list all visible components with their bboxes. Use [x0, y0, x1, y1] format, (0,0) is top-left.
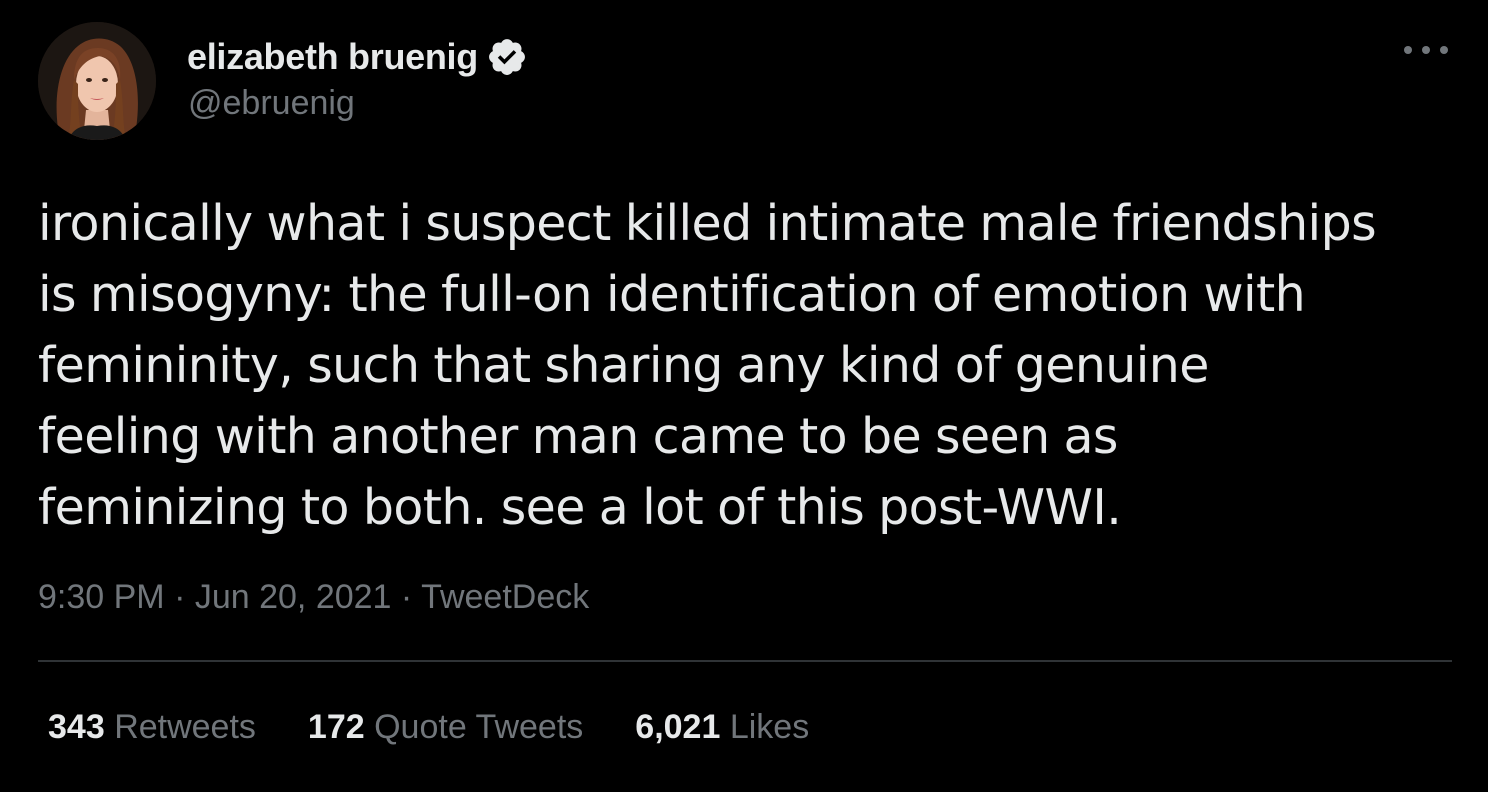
retweets-label: Retweets	[114, 708, 256, 746]
likes-count: 6,021	[635, 708, 721, 746]
meta-separator: ·	[164, 578, 195, 616]
quote-tweets-label: Quote Tweets	[374, 708, 584, 746]
tweet-text-line: feminizing to both. see a lot of this po…	[38, 479, 1122, 536]
verified-badge-icon	[489, 39, 525, 75]
retweets-stat[interactable]: 343 Retweets	[48, 708, 256, 747]
more-options-button[interactable]	[1404, 36, 1448, 64]
retweets-count: 343	[48, 708, 105, 746]
likes-label: Likes	[729, 708, 810, 746]
engagement-stats: 343 Retweets 172 Quote Tweets 6,021 Like…	[48, 708, 861, 747]
quote-tweets-count: 172	[307, 708, 365, 746]
more-horizontal-icon-dot	[1422, 46, 1430, 54]
more-horizontal-icon-dot	[1440, 46, 1448, 54]
author-display-name[interactable]: elizabeth bruenig	[187, 36, 478, 78]
tweet-card: elizabeth bruenig @ebruenig ironically w…	[0, 0, 1488, 792]
author-handle[interactable]: @ebruenig	[188, 84, 355, 123]
tweet-text-line: feeling with another man came to be seen…	[38, 408, 1118, 465]
tweet-text-line: is misogyny: the full-on identification …	[38, 266, 1306, 323]
likes-stat[interactable]: 6,021 Likes	[635, 708, 809, 747]
meta-separator: ·	[391, 578, 422, 616]
avatar[interactable]	[38, 22, 156, 140]
more-horizontal-icon	[1404, 46, 1412, 54]
author-row: elizabeth bruenig	[187, 32, 528, 82]
tweet-text-line: ironically what i suspect killed intimat…	[38, 195, 1377, 252]
tweet-date[interactable]: Jun 20, 2021	[195, 578, 392, 616]
quote-tweets-stat[interactable]: 172 Quote Tweets	[308, 708, 583, 747]
avatar-image	[38, 22, 156, 140]
divider	[38, 660, 1452, 662]
tweet-meta: 9:30 PM · Jun 20, 2021 · TweetDeck	[38, 578, 589, 617]
tweet-source[interactable]: TweetDeck	[421, 578, 589, 616]
tweet-text: ironically what i suspect killed intimat…	[38, 188, 1458, 543]
tweet-text-line: femininity, such that sharing any kind o…	[38, 337, 1209, 394]
tweet-time[interactable]: 9:30 PM	[38, 578, 165, 616]
